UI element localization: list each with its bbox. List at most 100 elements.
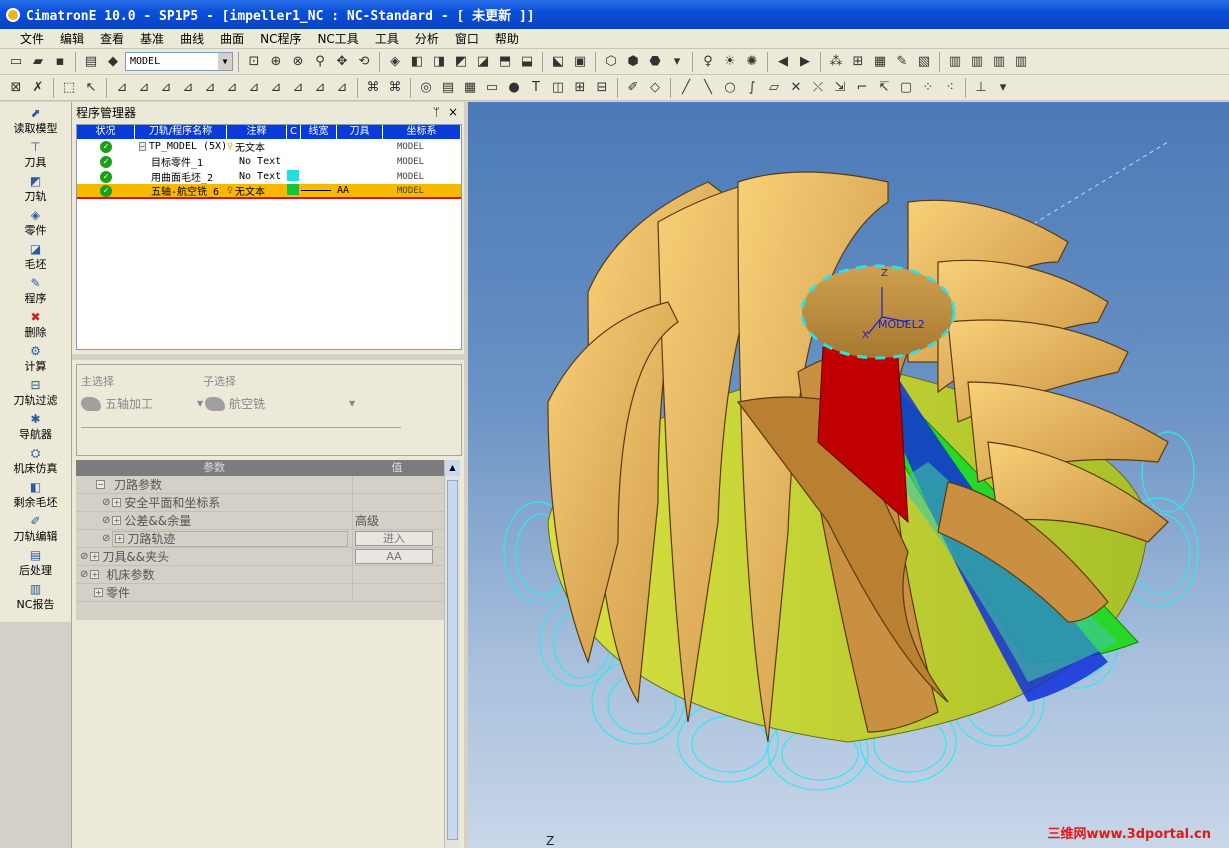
expand-icon[interactable]: + [90,552,100,561]
curve-icon[interactable]: ◇ [645,78,665,98]
dots-icon[interactable]: ⁘ [918,78,938,98]
back-arrow-icon[interactable]: ◀ [773,52,793,72]
box-icon[interactable]: ◫ [548,78,568,98]
enter-button[interactable]: 进入 [355,531,433,546]
graphics-viewport[interactable]: Z X MODEL2 Z 三维网www.3dportal.cn [468,102,1229,848]
tool-icon[interactable]: T [526,78,546,98]
menu-datum[interactable]: 基准 [132,30,172,47]
display-toolpath-icon[interactable]: ◎ [416,78,436,98]
param-row[interactable]: ⊘ + 刀具&&夹头 AA [76,547,444,566]
col-cs[interactable]: 坐标系 [383,125,461,139]
forward-arrow-icon[interactable]: ▶ [795,52,815,72]
table-icon[interactable]: ▦ [460,78,480,98]
zoom-icon[interactable]: ⚲ [310,52,330,72]
line-icon[interactable]: ╱ [676,78,696,98]
grid-icon[interactable]: ⊞ [570,78,590,98]
pointer-icon[interactable]: ↸ [874,78,894,98]
chevron-down-icon[interactable]: ▼ [218,53,232,70]
tool-toolpath[interactable]: ◩ 刀轨 [0,170,71,204]
book3-icon[interactable]: ▥ [989,52,1009,72]
param-row[interactable]: ⊘ + 公差&&余量 高级 [76,511,444,530]
light-off-icon[interactable]: ♀ [698,52,718,72]
list-icon[interactable]: ▤ [438,78,458,98]
wireframe-icon[interactable]: ⬡ [601,52,621,72]
scroll-thumb[interactable] [447,480,458,840]
view-left-icon[interactable]: ⬒ [495,52,515,72]
toolpath-8-icon[interactable]: ⊿ [266,78,286,98]
save-icon[interactable]: ▪ [50,52,70,72]
toolpath-5-icon[interactable]: ⊿ [200,78,220,98]
texture-icon[interactable]: ▧ [914,52,934,72]
sketch-icon[interactable]: ✐ [623,78,643,98]
frame-icon[interactable]: ▢ [896,78,916,98]
axis-icon[interactable]: ⊥ [971,78,991,98]
plane-icon[interactable]: ▱ [764,78,784,98]
view-top-icon[interactable]: ◩ [451,52,471,72]
tool-load-model[interactable]: ⬈ 读取模型 [0,102,71,136]
expand-icon[interactable]: + [94,588,103,597]
zoom-all-icon[interactable]: ⊡ [244,52,264,72]
close-icon[interactable]: × [448,105,458,119]
new-file-icon[interactable]: ▭ [6,52,26,72]
table-row-selected[interactable]: ✓ 五轴-航空铣_6 ♀ 无文本 AA MODEL [77,183,461,199]
grid2-icon[interactable]: ⊟ [592,78,612,98]
expand-icon[interactable]: + [112,498,122,507]
spline-icon[interactable]: ∫ [742,78,762,98]
chevron-down-icon[interactable]: ▼ [349,399,355,408]
tool-delete[interactable]: ✖ 删除 [0,306,71,340]
param-row[interactable]: − 刀路参数 [76,475,444,494]
menu-tools[interactable]: 工具 [367,30,407,47]
tool-cutter[interactable]: ⊤ 刀具 [0,136,71,170]
rotate-icon[interactable]: ⟲ [354,52,374,72]
menu-help[interactable]: 帮助 [487,30,527,47]
param-row[interactable]: ⊘ + 安全平面和坐标系 [76,493,444,512]
menu-nc-tools[interactable]: NC工具 [309,30,366,47]
col-linewidth[interactable]: 线宽 [301,125,337,139]
tool-toolpath-edit[interactable]: ✐ 刀轨编辑 [0,510,71,544]
view-back-icon[interactable]: ◨ [429,52,449,72]
col-name[interactable]: 刀轨/程序名称 [135,125,227,139]
expand-icon[interactable]: + [112,516,122,525]
menu-surface[interactable]: 曲面 [212,30,252,47]
layer-icon[interactable]: ◆ [103,52,123,72]
menu-curve[interactable]: 曲线 [172,30,212,47]
book4-icon[interactable]: ▥ [1011,52,1031,72]
menu-nc-program[interactable]: NC程序 [252,30,309,47]
circle-outline-icon[interactable]: ○ [720,78,740,98]
extend-icon[interactable]: ⇲ [830,78,850,98]
pan-icon[interactable]: ✥ [332,52,352,72]
table-row[interactable]: ✓ − TP_MODEL (5X) ♀ 无文本 MODEL [77,139,461,154]
tool-navigator[interactable]: ✱ 导航器 [0,408,71,442]
param-value[interactable]: 高级 [352,511,442,530]
col-tool[interactable]: 刀具 [337,125,383,139]
book2-icon[interactable]: ▥ [967,52,987,72]
view-bottom-icon[interactable]: ◪ [473,52,493,72]
scroll-up-icon[interactable]: ▲ [445,460,460,476]
view-normal-icon[interactable]: ⬕ [548,52,568,72]
shaded-icon[interactable]: ⬢ [623,52,643,72]
delete-x-icon[interactable]: ✗ [28,78,48,98]
menu-file[interactable]: 文件 [12,30,52,47]
toolpath-6-icon[interactable]: ⊿ [222,78,242,98]
col-color[interactable]: C [287,125,301,139]
display-mode-icon[interactable]: ▾ [667,52,687,72]
menu-edit[interactable]: 编辑 [52,30,92,47]
table-row[interactable]: ✓ 目标零件_1 No Text MODEL [77,154,461,169]
collapse-icon[interactable]: − [96,480,105,489]
model-combo[interactable]: MODEL ▼ [125,52,233,71]
light-settings-icon[interactable]: ✺ [742,52,762,72]
toolpath-7-icon[interactable]: ⊿ [244,78,264,98]
tool-nc-report[interactable]: ▥ NC报告 [0,578,71,612]
expand-icon[interactable]: + [90,570,100,579]
print-icon[interactable]: ▤ [81,52,101,72]
cross-icon[interactable]: ✕ [786,78,806,98]
toolpath-11-icon[interactable]: ⊿ [332,78,352,98]
expand-icon[interactable]: + [115,534,125,543]
tool-compute[interactable]: ⚙ 计算 [0,340,71,374]
open-folder-icon[interactable]: ▰ [28,52,48,72]
parameter-scrollbar[interactable]: ▲ [444,460,460,848]
color-swatch[interactable] [287,183,299,195]
sub-selection-dropdown[interactable]: 航空铣 ▼ [205,395,355,412]
tool-post-process[interactable]: ▤ 后处理 [0,544,71,578]
table-row[interactable]: ✓ 用曲面毛坯_2 No Text MODEL [77,169,461,184]
